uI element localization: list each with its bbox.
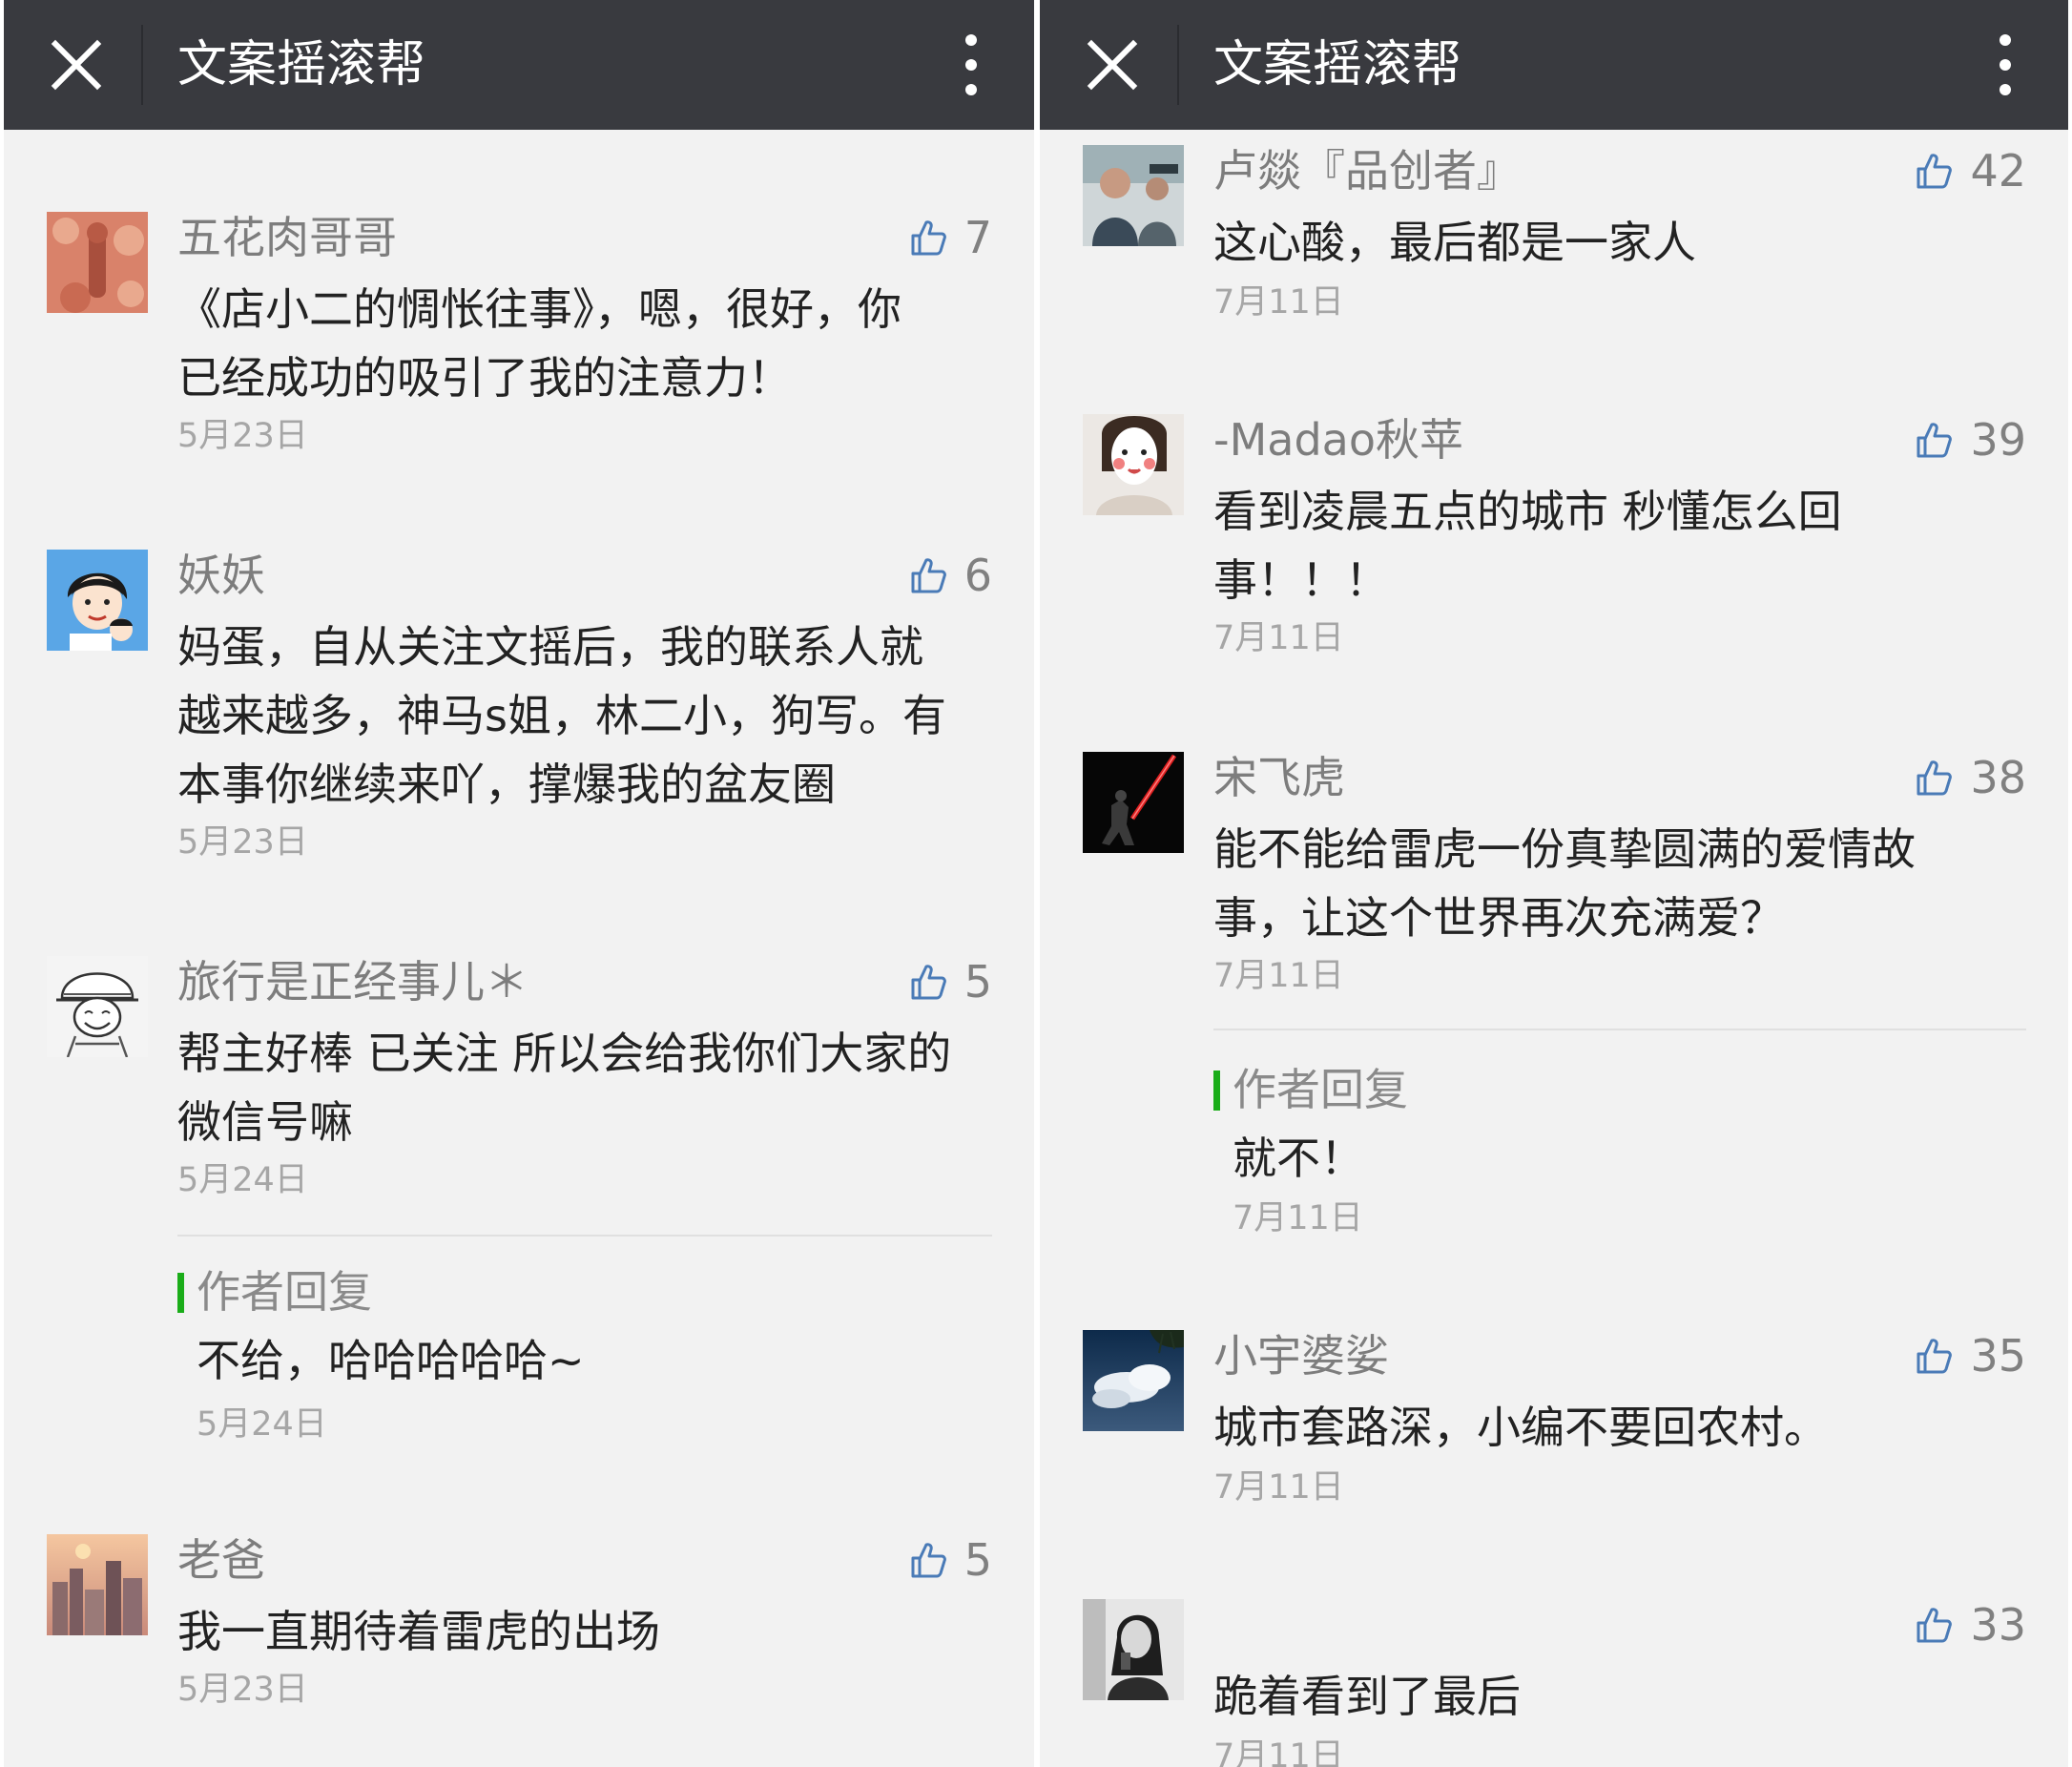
bar-divider <box>141 25 143 105</box>
like-button[interactable]: 42 <box>1915 139 2026 202</box>
more-menu-button[interactable] <box>963 32 979 97</box>
close-button[interactable] <box>48 36 105 94</box>
reply-accent-bar <box>177 1273 184 1313</box>
avatar[interactable] <box>1083 1330 1184 1431</box>
like-count: 7 <box>963 212 992 263</box>
avatar[interactable] <box>47 212 148 313</box>
avatar[interactable] <box>47 956 148 1057</box>
comment-text: 看到凌晨五点的城市 秒懂怎么回 事！！！ <box>1213 486 1842 606</box>
left-panel: 文案摇滚帮 五花肉哥哥 7 《店小二的惆怅往事》，嗯，很好，你 已经成功的吸引了… <box>4 0 1034 1767</box>
avatar[interactable] <box>1083 414 1184 515</box>
comment-text: 能不能给雷虎一份真挚圆满的爱情故 事，让这个世界再次充满爱？ <box>1213 823 1916 944</box>
like-button[interactable]: 5 <box>909 1528 992 1591</box>
author-reply-label-text: 作者回复 <box>1233 1064 1408 1115</box>
author-reply-text: 不给，哈哈哈哈哈~ <box>197 1335 585 1386</box>
avatar[interactable] <box>47 1534 148 1635</box>
like-count: 33 <box>1970 1599 2026 1651</box>
comment-author: 宋飞虎 <box>1213 752 1345 803</box>
thumbs-up-icon <box>1915 1337 1953 1375</box>
comment-author: 旅行是正经事儿＊ <box>177 956 528 1008</box>
bar-divider <box>1177 25 1179 105</box>
thumbs-up-icon <box>1915 759 1953 797</box>
author-reply-date: 5月24日 <box>197 1405 327 1444</box>
like-button[interactable]: 7 <box>909 206 992 269</box>
like-count: 39 <box>1970 414 2026 466</box>
comment-text: 帮主好棒 已关注 所以会给我你们大家的 微信号嘛 <box>177 1028 952 1148</box>
like-button[interactable]: 6 <box>909 544 992 607</box>
thumbs-up-icon <box>1915 1606 1953 1644</box>
comment-author: 卢燚『品创者』 <box>1213 145 1521 197</box>
thumbs-up-icon <box>1915 152 1953 190</box>
avatar[interactable] <box>1083 752 1184 853</box>
author-reply-date: 7月11日 <box>1233 1199 1363 1237</box>
like-count: 5 <box>963 1534 992 1586</box>
thumbs-up-icon <box>909 963 947 1001</box>
like-count: 5 <box>963 956 992 1008</box>
like-button[interactable]: 39 <box>1915 408 2026 471</box>
comment-author: 小宇婆娑 <box>1213 1330 1389 1382</box>
like-count: 38 <box>1970 752 2026 803</box>
comment-date: 7月11日 <box>1213 619 1344 657</box>
like-count: 35 <box>1970 1330 2026 1382</box>
close-icon <box>51 39 102 91</box>
comment-date: 5月24日 <box>177 1161 308 1199</box>
thumbs-up-icon <box>909 218 947 257</box>
more-vertical-icon <box>1999 34 2011 46</box>
thumbs-up-icon <box>909 1541 947 1579</box>
right-panel: 卢燚『品创者』 42 这心酸，最后都是一家人 7月11日 -Madao秋苹 39… <box>1040 0 2068 1767</box>
like-button[interactable]: 38 <box>1915 746 2026 809</box>
comment-date: 7月11日 <box>1213 1468 1344 1507</box>
comment-text: 妈蛋，自从关注文摇后，我的联系人就 越来越多，神马s姐，林二小，狗写。有 本事你… <box>177 621 946 810</box>
comment-text: 《店小二的惆怅往事》，嗯，很好，你 已经成功的吸引了我的注意力！ <box>177 283 901 404</box>
comment-text: 城市套路深，小编不要回农村。 <box>1213 1402 1828 1453</box>
top-bar: 文案摇滚帮 <box>1040 0 2068 130</box>
author-reply-text: 就不！ <box>1233 1133 1364 1184</box>
close-button[interactable] <box>1084 36 1141 94</box>
comment-text: 这心酸，最后都是一家人 <box>1213 217 1696 268</box>
comment-date: 5月23日 <box>177 417 308 455</box>
reply-divider <box>1213 1029 2026 1030</box>
avatar[interactable] <box>1083 145 1184 246</box>
comment-author: 五花肉哥哥 <box>177 212 397 263</box>
like-count: 6 <box>963 550 992 601</box>
page-title: 文案摇滚帮 <box>1213 36 1462 94</box>
comment-author: 老爸 <box>177 1534 265 1586</box>
comment-author: -Madao秋苹 <box>1213 414 1464 466</box>
thumbs-up-icon <box>1915 421 1953 459</box>
comment-text: 跪着看到了最后 <box>1213 1671 1521 1722</box>
comment-date: 7月11日 <box>1213 957 1344 995</box>
page-title: 文案摇滚帮 <box>177 36 426 94</box>
top-bar: 文案摇滚帮 <box>4 0 1034 130</box>
comment-date: 5月23日 <box>177 1671 308 1709</box>
more-menu-button[interactable] <box>1998 32 2013 97</box>
thumbs-up-icon <box>909 556 947 594</box>
author-reply-label: 作者回复 <box>1213 1059 1408 1120</box>
like-count: 42 <box>1970 145 2026 197</box>
avatar[interactable] <box>1083 1599 1184 1700</box>
comment-author: 妖妖 <box>177 550 265 601</box>
close-icon <box>1087 39 1138 91</box>
comment-text: 我一直期待着雷虎的出场 <box>177 1606 660 1657</box>
like-button[interactable]: 33 <box>1915 1593 2026 1656</box>
comment-date: 7月11日 <box>1213 283 1344 322</box>
like-button[interactable]: 5 <box>909 950 992 1013</box>
comment-date: 5月23日 <box>177 823 308 862</box>
avatar[interactable] <box>47 550 148 651</box>
author-reply-label-text: 作者回复 <box>197 1266 372 1318</box>
reply-divider <box>177 1235 992 1237</box>
reply-accent-bar <box>1213 1071 1220 1111</box>
author-reply-label: 作者回复 <box>177 1261 372 1322</box>
like-button[interactable]: 35 <box>1915 1324 2026 1387</box>
comment-date: 7月11日 <box>1213 1737 1344 1767</box>
more-vertical-icon <box>965 34 977 46</box>
